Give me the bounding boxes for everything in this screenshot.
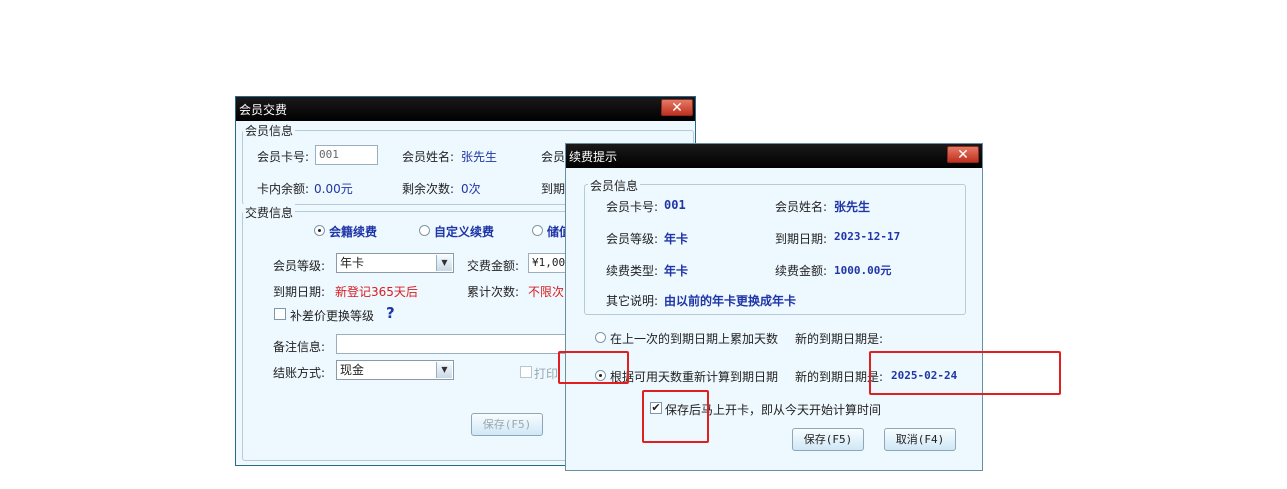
highlight-box-radio	[558, 351, 629, 384]
print-label-partial[interactable]: 打印	[534, 365, 558, 382]
radio-store[interactable]	[532, 225, 543, 236]
renew-type-value: 年卡	[664, 264, 689, 278]
member-payment-titlebar[interactable]: 会员交费	[236, 97, 695, 121]
settle-method-select[interactable]: 现金 ▼	[336, 360, 454, 380]
help-icon[interactable]: ?	[386, 304, 395, 322]
renew-prompt-window: 续费提示 ✕ 会员信息 会员卡号: 001 会员姓名: 张先生 会员等级: 年卡…	[565, 143, 983, 471]
balance-value: 0.00元	[314, 182, 353, 196]
remain-count-value: 0次	[461, 182, 481, 196]
print-checkbox[interactable]	[520, 366, 532, 378]
renew-amount-value: 1000.00元	[834, 264, 892, 277]
accumulate-new-expiry-label: 新的到期日期是:	[795, 332, 884, 346]
card-no-label: 会员卡号:	[257, 150, 310, 164]
renew-type-label: 续费类型:	[606, 264, 659, 278]
renew-prompt-titlebar[interactable]: 续费提示	[566, 144, 982, 168]
expiry-date-label: 到期日期:	[273, 285, 326, 299]
renew-other-label: 其它说明:	[606, 294, 659, 308]
renew-prompt-title: 续费提示	[569, 150, 618, 164]
radio-accumulate-days-label[interactable]: 在上一次的到期日期上累加天数	[610, 330, 778, 347]
card-no-field[interactable]: 001	[315, 145, 378, 165]
renew-name-label: 会员姓名:	[775, 200, 828, 214]
settle-method-selected: 现金	[340, 363, 365, 377]
radio-renew-label[interactable]: 会籍续费	[329, 223, 377, 240]
save-button[interactable]: 保存(F5)	[471, 413, 543, 436]
chevron-down-icon[interactable]: ▼	[436, 255, 452, 271]
renew-expiry-label: 到期日期:	[775, 232, 828, 246]
renew-amount-label: 续费金额:	[775, 264, 828, 278]
balance-label: 卡内余额:	[257, 182, 310, 196]
pay-amount-label: 交费金额:	[467, 259, 520, 273]
pay-amount-field[interactable]: ¥1,00	[528, 253, 568, 273]
radio-custom[interactable]	[419, 225, 430, 236]
highlight-box-checkbox	[642, 390, 709, 443]
settle-method-label: 结账方式:	[273, 366, 326, 380]
renew-card-no-label: 会员卡号:	[606, 200, 659, 214]
accum-count-value: 不限次	[528, 285, 565, 299]
radio-custom-label[interactable]: 自定义续费	[434, 223, 494, 240]
renew-member-info-legend: 会员信息	[588, 177, 641, 194]
diff-upgrade-checkbox[interactable]	[274, 308, 286, 320]
renew-name-value: 张先生	[834, 200, 871, 214]
save-button[interactable]: 保存(F5)	[792, 428, 864, 451]
renew-level-label: 会员等级:	[606, 232, 659, 246]
radio-accumulate-days[interactable]	[595, 332, 606, 343]
member-level-label: 会员等级:	[273, 259, 326, 273]
member-name-label: 会员姓名:	[402, 150, 455, 164]
member-level-label-partial: 会员	[541, 150, 566, 164]
close-icon[interactable]: ✕	[947, 146, 979, 163]
renew-level-value: 年卡	[664, 232, 689, 246]
member-level-selected: 年卡	[340, 256, 365, 270]
expire-label-partial: 到期	[541, 182, 566, 196]
payment-info-legend: 交费信息	[243, 204, 296, 221]
highlight-box-new-date	[869, 351, 1061, 395]
member-info-legend: 会员信息	[243, 122, 296, 139]
member-payment-title: 会员交费	[239, 103, 288, 117]
diff-upgrade-label[interactable]: 补差价更换等级	[290, 307, 374, 324]
expiry-date-value: 新登记365天后	[335, 285, 418, 299]
cancel-button[interactable]: 取消(F4)	[884, 428, 956, 451]
member-name-value: 张先生	[461, 150, 498, 164]
chevron-down-icon[interactable]: ▼	[436, 362, 452, 378]
renew-card-no-value: 001	[664, 198, 686, 212]
close-icon[interactable]: ✕	[661, 99, 693, 116]
member-level-select[interactable]: 年卡 ▼	[336, 253, 454, 273]
remark-field[interactable]	[336, 334, 568, 354]
renew-other-value: 由以前的年卡更换成年卡	[664, 294, 797, 308]
radio-recalc-expiry-label[interactable]: 根据可用天数重新计算到期日期	[610, 368, 778, 385]
accum-count-label: 累计次数:	[467, 285, 520, 299]
remain-count-label: 剩余次数:	[402, 182, 455, 196]
remark-label: 备注信息:	[273, 340, 326, 354]
renew-expiry-value: 2023-12-17	[834, 230, 901, 243]
radio-renew[interactable]	[314, 225, 325, 236]
